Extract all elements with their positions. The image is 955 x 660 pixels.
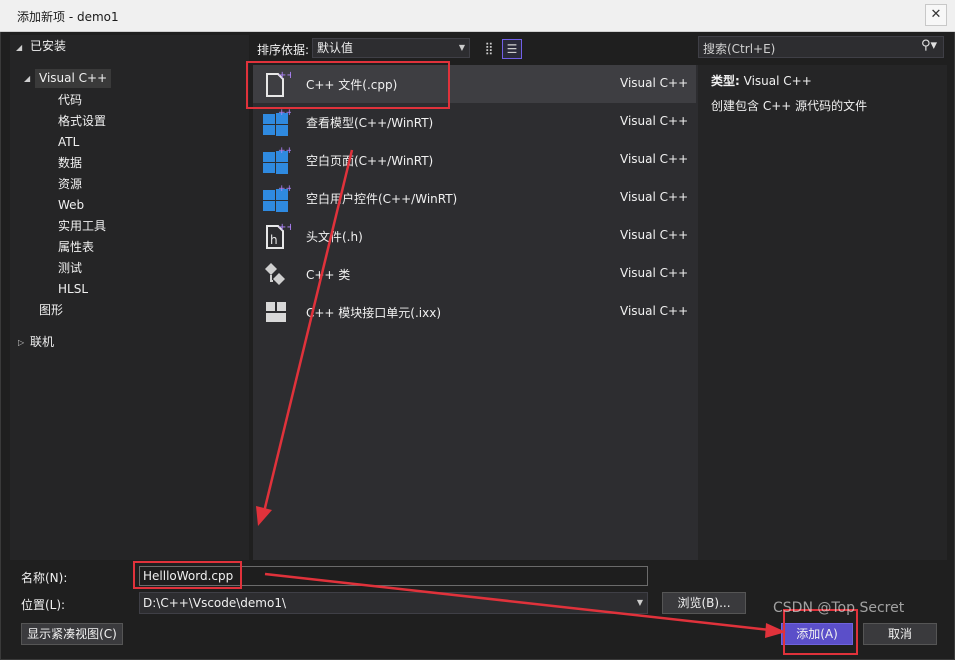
- template-name: 空白页面(C++/WinRT): [306, 154, 434, 168]
- template-language: Visual C++: [620, 190, 689, 204]
- template-name: 头文件(.h): [306, 230, 363, 244]
- cpp-class-icon: [265, 263, 285, 285]
- grid-view-icon[interactable]: ⣿: [479, 39, 499, 59]
- description-type: 类型: Visual C++: [711, 72, 812, 89]
- location-label: 位置(L):: [21, 598, 66, 612]
- list-view-icon[interactable]: ☰: [502, 39, 522, 59]
- location-field[interactable]: D:\C++\Vscode\demo1\ ▼: [139, 592, 648, 614]
- template-item-blank-page[interactable]: ++ 空白页面(C++/WinRT) Visual C++: [253, 141, 696, 179]
- tree-item-web[interactable]: Web: [58, 196, 84, 215]
- template-list: ++ C++ 文件(.cpp) Visual C++ ++ 查看模型(C++/W…: [253, 65, 698, 560]
- compact-view-button[interactable]: 显示紧凑视图(C): [21, 623, 123, 645]
- tree-item-hlsl[interactable]: HLSL: [58, 280, 88, 299]
- cpp-file-icon: ++: [266, 70, 291, 97]
- sort-value: 默认值: [317, 41, 354, 55]
- add-button[interactable]: 添加(A): [781, 623, 853, 645]
- expanded-caret-icon[interactable]: ◢: [24, 74, 30, 83]
- template-language: Visual C++: [620, 152, 689, 166]
- template-name: 空白用户控件(C++/WinRT): [306, 192, 458, 206]
- template-item-module-interface[interactable]: C++ 模块接口单元(.ixx) Visual C++: [253, 293, 696, 331]
- template-name: C++ 模块接口单元(.ixx): [306, 306, 442, 320]
- template-item-cpp-class[interactable]: C++ 类 Visual C++: [253, 255, 696, 293]
- name-label: 名称(N):: [21, 571, 68, 585]
- search-placeholder: 搜索(Ctrl+E): [703, 42, 776, 56]
- template-item-view-model[interactable]: ++ 查看模型(C++/WinRT) Visual C++: [253, 103, 696, 141]
- collapsed-caret-icon[interactable]: ▷: [18, 338, 24, 347]
- tree-item-data[interactable]: 数据: [58, 154, 82, 173]
- cancel-button[interactable]: 取消: [863, 623, 937, 645]
- header-file-icon: h ++: [266, 222, 291, 249]
- template-language: Visual C++: [620, 266, 689, 280]
- svg-text:++: ++: [278, 222, 291, 233]
- template-item-header-file[interactable]: h ++ 头文件(.h) Visual C++: [253, 217, 696, 255]
- search-input[interactable]: 搜索(Ctrl+E) ⚲▾: [698, 36, 944, 58]
- template-item-user-control[interactable]: ++ 空白用户控件(C++/WinRT) Visual C++: [253, 179, 696, 217]
- svg-text:h: h: [270, 233, 278, 247]
- template-language: Visual C++: [620, 76, 689, 90]
- svg-text:++: ++: [278, 184, 291, 194]
- tree-item-resource[interactable]: 资源: [58, 175, 82, 194]
- description-text: 创建包含 C++ 源代码的文件: [711, 99, 868, 113]
- template-language: Visual C++: [620, 228, 689, 242]
- template-name: 查看模型(C++/WinRT): [306, 116, 434, 130]
- description-pane: 类型: Visual C++ 创建包含 C++ 源代码的文件: [698, 65, 947, 560]
- tree-item-utility[interactable]: 实用工具: [58, 217, 106, 236]
- chevron-down-icon: ▼: [458, 43, 465, 52]
- name-field[interactable]: HellloWord.cpp: [139, 566, 648, 586]
- sort-label: 排序依据:: [257, 43, 310, 57]
- tree-item-online[interactable]: 联机: [30, 333, 54, 352]
- tree-item-graphics[interactable]: 图形: [39, 301, 63, 320]
- chevron-down-icon[interactable]: ▼: [637, 593, 643, 613]
- expanded-caret-icon[interactable]: ◢: [16, 43, 22, 52]
- tree-item-test[interactable]: 测试: [58, 259, 82, 278]
- tree-item-atl[interactable]: ATL: [58, 133, 79, 152]
- svg-text:++: ++: [278, 70, 291, 81]
- template-name: C++ 类: [306, 268, 351, 282]
- svg-text:++: ++: [278, 146, 291, 156]
- location-value: D:\C++\Vscode\demo1\: [143, 596, 287, 610]
- sort-dropdown[interactable]: 默认值 ▼: [312, 38, 470, 58]
- winrt-view-model-icon: ++: [263, 108, 291, 136]
- svg-text:++: ++: [278, 108, 291, 118]
- category-tree: ◢ 已安装 ◢ Visual C++ 代码 格式设置 ATL 数据 资源 Web…: [10, 35, 249, 560]
- winrt-blank-page-icon: ++: [263, 146, 291, 174]
- browse-button[interactable]: 浏览(B)...: [662, 592, 746, 614]
- template-language: Visual C++: [620, 114, 689, 128]
- tree-item-code[interactable]: 代码: [58, 91, 82, 110]
- sort-bar: 排序依据: 默认值 ▼ ⣿ ☰: [253, 35, 698, 63]
- type-label: 类型:: [711, 74, 740, 88]
- dialog-body: ◢ 已安装 ◢ Visual C++ 代码 格式设置 ATL 数据 资源 Web…: [0, 32, 955, 660]
- search-icon[interactable]: ⚲▾: [921, 38, 937, 53]
- module-interface-icon: [266, 302, 286, 322]
- tree-item-property-sheet[interactable]: 属性表: [58, 238, 94, 257]
- close-icon[interactable]: ✕: [925, 4, 947, 26]
- title-bar: 添加新项 - demo1 ✕: [0, 0, 955, 32]
- template-item-cpp-file[interactable]: ++ C++ 文件(.cpp) Visual C++: [253, 65, 696, 103]
- template-name: C++ 文件(.cpp): [306, 78, 398, 92]
- template-language: Visual C++: [620, 304, 689, 318]
- winrt-user-control-icon: ++: [263, 184, 291, 212]
- type-value: Visual C++: [743, 74, 812, 88]
- tree-item-formatting[interactable]: 格式设置: [58, 112, 106, 131]
- window-title: 添加新项 - demo1: [17, 10, 119, 24]
- tree-item-visual-cpp[interactable]: Visual C++: [35, 69, 112, 88]
- tree-item-installed[interactable]: 已安装: [30, 37, 66, 56]
